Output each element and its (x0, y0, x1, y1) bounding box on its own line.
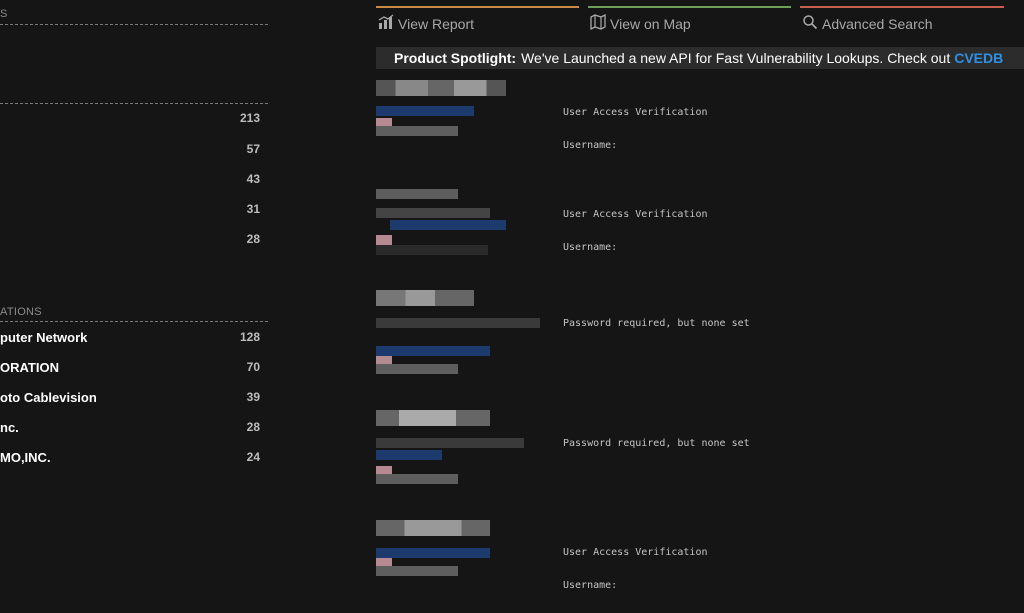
redacted-host[interactable] (376, 438, 524, 448)
cvedb-link[interactable]: CVEDB (954, 50, 1003, 66)
tab-accent-bar (588, 6, 791, 8)
org-count: 128 (239, 330, 260, 344)
spotlight-title: Product Spotlight: (394, 50, 517, 66)
redacted-ip[interactable] (376, 189, 458, 199)
banner-line: Password required, but none set (563, 438, 750, 449)
facet-sidebar: S 213 57 43 31 28 ATIONS puter Network 1… (0, 0, 270, 613)
facet-count: 57 (246, 142, 260, 156)
banner-line: User Access Verification (563, 209, 708, 220)
facet-row[interactable]: 31 (0, 202, 260, 222)
product-spotlight-banner: Product Spotlight: We've Launched a new … (376, 47, 1024, 69)
result-item: User Access Verification Username: (376, 188, 1016, 278)
facet-section-title: ATIONS (0, 306, 42, 318)
facet-row[interactable]: 213 (0, 111, 260, 131)
redacted-host (376, 346, 490, 356)
org-count: 24 (246, 450, 260, 464)
org-count: 28 (246, 420, 260, 434)
result-item: User Access Verification Username: (376, 520, 1016, 610)
redacted-ip[interactable] (376, 410, 490, 426)
redacted-org (376, 566, 458, 576)
facet-count: 28 (246, 232, 260, 246)
org-name[interactable]: nc. (0, 420, 19, 435)
spotlight-text: We've Launched a new API for Fast Vulner… (521, 50, 951, 66)
org-count: 39 (246, 390, 260, 404)
tab-accent-bar (376, 6, 579, 8)
tab-advanced-search[interactable]: Advanced Search (800, 6, 1004, 32)
org-name[interactable]: puter Network (0, 330, 87, 345)
org-row[interactable]: MO,INC. 24 (0, 450, 260, 470)
facet-count: 31 (246, 202, 260, 216)
divider (0, 321, 268, 322)
facet-row[interactable]: 57 (0, 142, 260, 162)
banner-line: Password required, but none set (563, 318, 750, 329)
redacted-host[interactable] (376, 318, 540, 328)
tab-label: Advanced Search (822, 15, 933, 32)
org-name[interactable]: MO,INC. (0, 450, 51, 465)
search-icon (802, 14, 818, 33)
redacted-host (376, 450, 442, 460)
banner-line: User Access Verification (563, 547, 708, 558)
redacted-org (376, 474, 458, 484)
org-count: 70 (246, 360, 260, 374)
banner-line: User Access Verification (563, 107, 708, 118)
org-name[interactable]: ORATION (0, 360, 59, 375)
tab-view-on-map[interactable]: View on Map (588, 6, 791, 32)
org-row[interactable]: oto Cablevision 39 (0, 390, 260, 410)
facet-count: 43 (246, 172, 260, 186)
result-item: User Access Verification Username: (376, 80, 1016, 170)
redacted-host (390, 220, 506, 230)
divider (0, 24, 268, 25)
org-name[interactable]: oto Cablevision (0, 390, 97, 405)
facet-section-title: S (0, 8, 8, 20)
tab-label: View on Map (610, 15, 691, 32)
redacted-host[interactable] (376, 208, 490, 218)
tab-label: View Report (398, 15, 475, 32)
redacted-org (376, 245, 488, 255)
facet-count: 213 (239, 111, 260, 125)
org-row[interactable]: nc. 28 (0, 420, 260, 440)
divider (0, 103, 268, 104)
facet-row[interactable]: 28 (0, 232, 260, 252)
redacted-ip[interactable] (376, 80, 506, 96)
redacted-ip[interactable] (376, 290, 474, 306)
redacted-host[interactable] (376, 106, 474, 116)
banner-line: Username: (563, 140, 618, 151)
redacted-host[interactable] (376, 548, 490, 558)
redacted-org (376, 364, 458, 374)
chart-icon (378, 14, 394, 33)
tab-view-report[interactable]: View Report (376, 6, 579, 32)
banner-line: Username: (563, 242, 618, 253)
facet-row[interactable]: 43 (0, 172, 260, 192)
org-row[interactable]: puter Network 128 (0, 330, 260, 350)
redacted-flag (376, 235, 392, 245)
map-icon (590, 13, 606, 33)
result-item: Password required, but none set (376, 410, 1016, 500)
org-row[interactable]: ORATION 70 (0, 360, 260, 380)
banner-line: Username: (563, 580, 618, 591)
redacted-org (376, 126, 458, 136)
tab-accent-bar (800, 6, 1004, 8)
redacted-ip[interactable] (376, 520, 490, 536)
result-item: Password required, but none set (376, 290, 1016, 380)
